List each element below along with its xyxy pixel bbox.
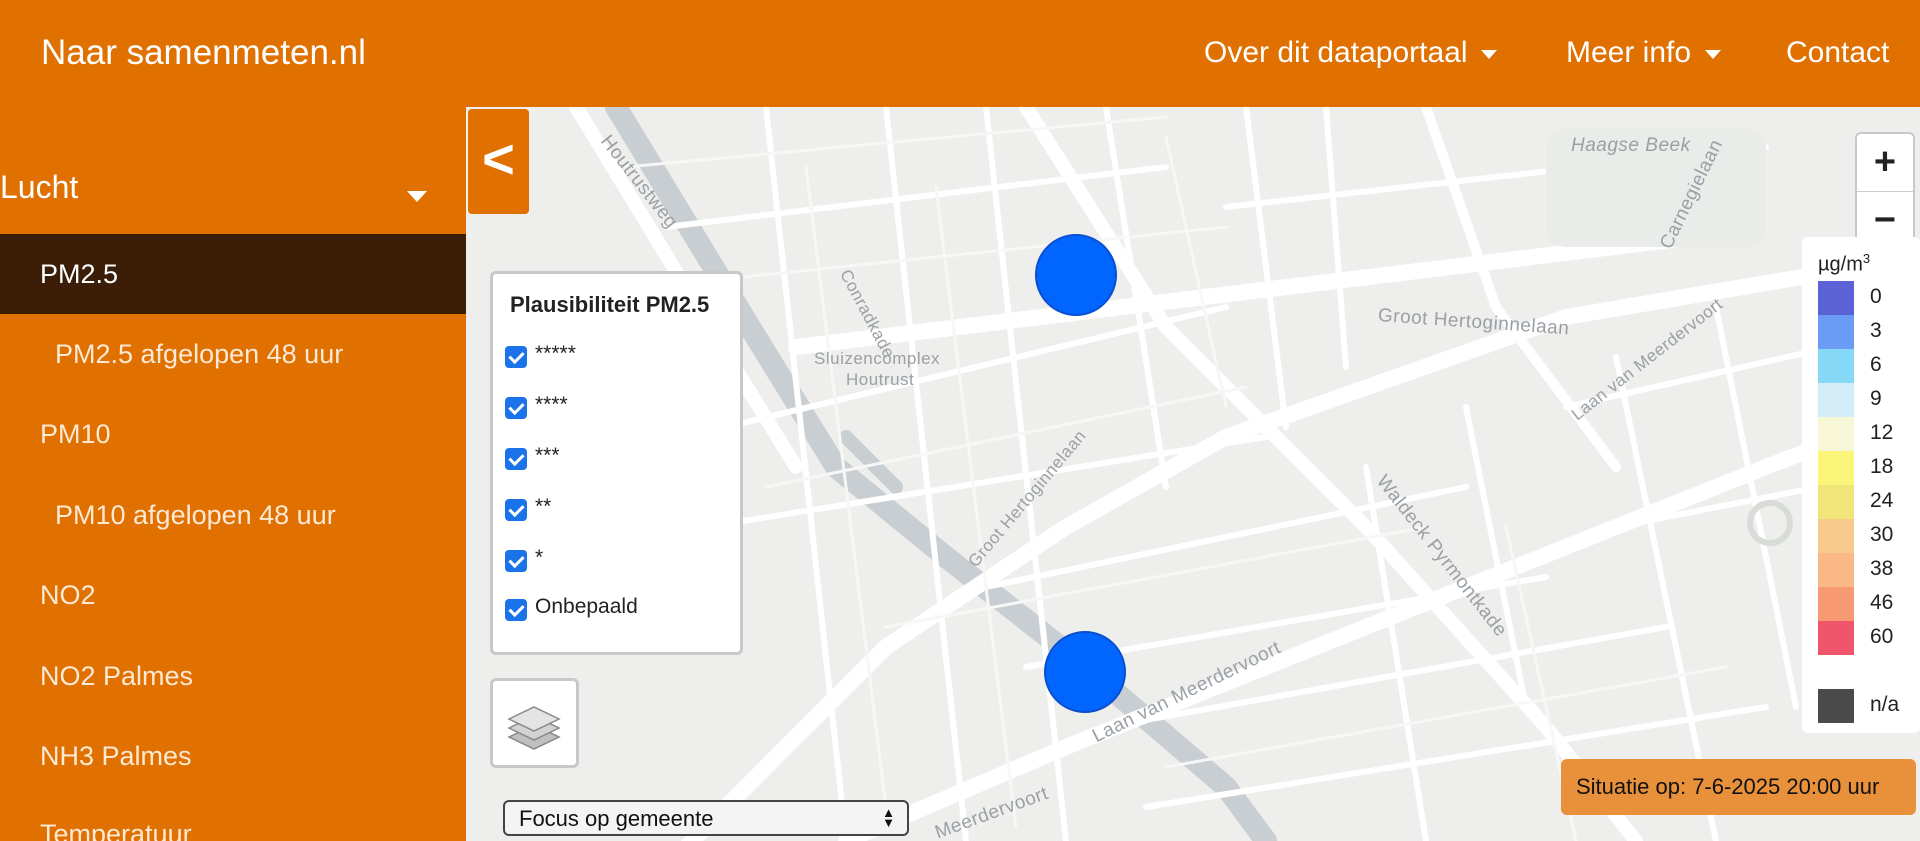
option-label: ***** [535,342,576,365]
legend-value: 6 [1870,353,1882,376]
legend-unit: µg/m3 [1818,251,1870,277]
layers-icon [507,706,561,750]
sidebar-item-label: PM10 afgelopen 48 uur [55,500,336,530]
checkbox[interactable] [505,599,527,621]
legend-value: 30 [1870,523,1894,546]
chevron-down-icon [1481,49,1498,59]
zoom-control: + − [1855,132,1915,250]
sidebar-item-label: PM2.5 [40,259,119,289]
legend-value: 12 [1870,421,1894,444]
layers-button[interactable] [490,678,579,768]
legend-value: 46 [1870,591,1894,614]
focus-gemeente-select[interactable]: Focus op gemeente ▲ ▼ [503,800,909,836]
legend-swatch [1818,349,1854,383]
sidebar-item-label: NO2 Palmes [40,661,194,691]
legend-value: 60 [1870,625,1894,648]
sidebar-item-pm10[interactable]: PM10 [0,394,466,474]
legend-swatch [1818,315,1854,349]
option-label: Onbepaald [535,595,638,618]
plausibility-title: Plausibiliteit PM2.5 [510,292,710,317]
street-label: Houtrust [846,370,915,389]
sensor-marker[interactable] [1044,631,1126,713]
nav-over-dataportaal[interactable]: Over dit dataportaal [1204,36,1498,70]
sidebar: Lucht PM2.5 PM2.5 afgelopen 48 uur PM10 … [0,107,466,841]
sidebar-item-label: PM2.5 afgelopen 48 uur [55,339,344,369]
top-navbar: Naar samenmeten.nl Over dit dataportaal … [0,0,1920,107]
legend-value: 3 [1870,319,1882,342]
legend-swatch [1818,519,1854,553]
legend-value: 24 [1870,489,1894,512]
sidebar-item-label: NO2 [40,580,96,610]
legend-swatch [1818,689,1854,723]
legend-unit-exponent: 3 [1862,251,1871,266]
sidebar-category-lucht[interactable]: Lucht [0,169,466,219]
option-label: ** [535,495,552,518]
sidebar-item-label: PM10 [40,419,111,449]
nav-label: Meer info [1566,36,1692,69]
sidebar-item-pm25[interactable]: PM2.5 [0,234,466,314]
option-label: *** [535,444,560,467]
legend-value: 0 [1870,285,1882,308]
nav-label: Over dit dataportaal [1204,36,1468,69]
zoom-in-button[interactable]: + [1857,134,1913,190]
brand-link[interactable]: Naar samenmeten.nl [41,33,366,73]
nav-contact[interactable]: Contact [1786,36,1889,70]
select-arrows-icon: ▲ ▼ [882,805,895,830]
legend-swatch [1818,553,1854,587]
sidebar-item-nh3-palmes[interactable]: NH3 Palmes [0,716,466,796]
nav-meer-info[interactable]: Meer info [1566,36,1722,70]
legend-swatch [1818,621,1854,655]
checkbox[interactable] [505,550,527,572]
legend-value: 18 [1870,455,1894,478]
checkbox[interactable] [505,499,527,521]
sidebar-item-label: NH3 Palmes [40,741,192,771]
legend-value: 9 [1870,387,1882,410]
checkbox[interactable] [505,397,527,419]
legend-swatch [1818,417,1854,451]
legend-swatch [1818,281,1854,315]
street-label: Sluizencomplex [814,349,941,368]
checkbox[interactable] [505,448,527,470]
street-label: Haagse Beek [1571,135,1691,156]
legend-swatch [1818,383,1854,417]
sidebar-category-label: Lucht [0,169,79,205]
chevron-down-icon [407,191,427,202]
collapse-sidebar-button[interactable]: < [468,109,529,214]
sidebar-item-no2-palmes[interactable]: NO2 Palmes [0,636,466,716]
sensor-marker[interactable] [1035,234,1117,316]
concentration-legend: µg/m3 0 3 6 9 12 18 24 30 38 46 60 n/a [1802,237,1920,733]
nav-label: Contact [1786,36,1890,69]
option-label: **** [535,393,568,416]
status-timestamp: Situatie op: 7-6-2025 20:00 uur [1561,759,1916,815]
sidebar-item-pm25-48h[interactable]: PM2.5 afgelopen 48 uur [0,314,466,394]
chevron-down-icon [1705,49,1722,59]
option-label: * [535,546,544,569]
sidebar-item-pm10-48h[interactable]: PM10 afgelopen 48 uur [0,475,466,555]
plausibility-filter-panel: Plausibiliteit PM2.5 ***** **** *** ** *… [490,271,743,655]
sidebar-item-label: Temperatuur [40,819,192,841]
map-canvas[interactable]: Houtrustweg Haagse Beek Carnegielaan Con… [466,107,1920,841]
legend-value: 38 [1870,557,1894,580]
legend-unit-text: µg/m [1818,253,1863,276]
legend-value: n/a [1870,693,1900,716]
checkbox[interactable] [505,346,527,368]
sidebar-item-temperatuur[interactable]: Temperatuur [0,794,466,841]
legend-swatch [1818,485,1854,519]
select-value: Focus op gemeente [519,806,714,831]
legend-swatch [1818,451,1854,485]
legend-swatch [1818,587,1854,621]
sidebar-item-no2[interactable]: NO2 [0,555,466,635]
